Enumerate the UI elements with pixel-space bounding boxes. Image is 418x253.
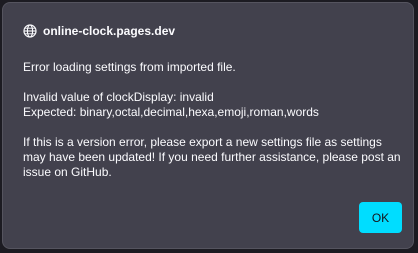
ok-button[interactable]: OK	[359, 202, 402, 233]
alert-dialog: online-clock.pages.dev Error loading set…	[2, 2, 414, 249]
dialog-message: Error loading settings from imported fil…	[23, 60, 403, 180]
message-expected-line: Expected: binary,octal,decimal,hexa,emoj…	[23, 105, 319, 119]
dialog-header: online-clock.pages.dev	[23, 23, 175, 39]
dialog-origin: online-clock.pages.dev	[43, 23, 176, 38]
globe-icon	[23, 24, 37, 38]
message-error-line: Error loading settings from imported fil…	[23, 60, 236, 74]
message-invalid-value-line: Invalid value of clockDisplay: invalid	[23, 90, 214, 104]
message-help-text: If this is a version error, please expor…	[23, 135, 401, 179]
